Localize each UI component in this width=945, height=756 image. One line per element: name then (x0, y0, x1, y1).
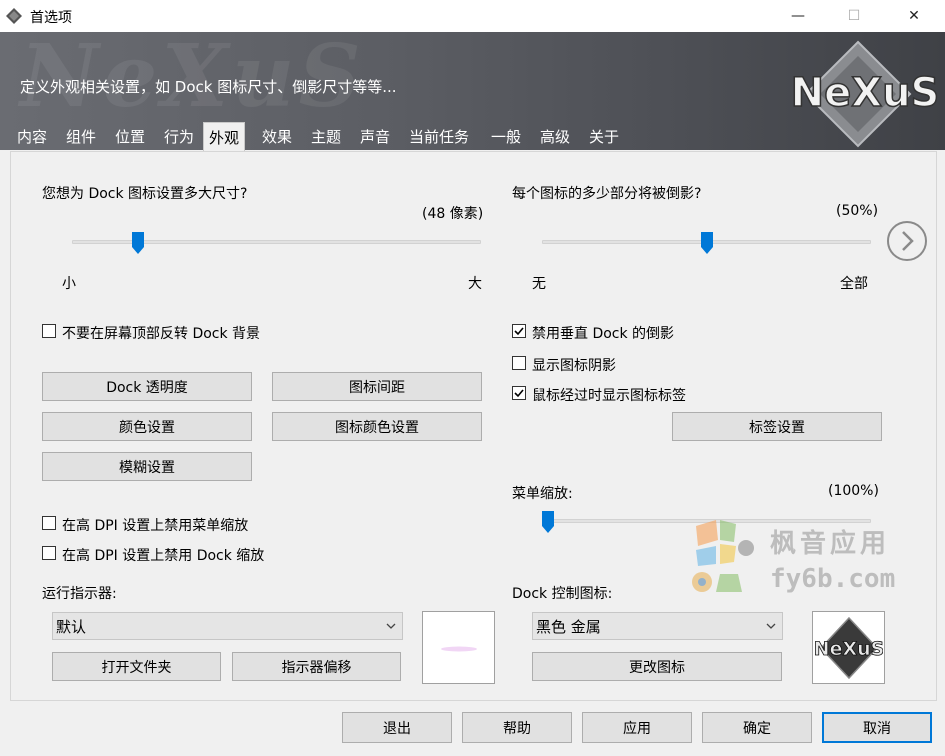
menu-zoom-slider-thumb[interactable] (542, 511, 554, 533)
icon-size-question: 您想为 Dock 图标设置多大尺寸? (42, 186, 248, 202)
disable-dock-zoom-label: 在高 DPI 设置上禁用 Dock 缩放 (62, 548, 265, 564)
minimize-button[interactable]: — (775, 0, 821, 32)
apply-button[interactable]: 应用 (582, 712, 692, 743)
tab-about[interactable]: 关于 (584, 124, 624, 151)
reflection-min-label: 无 (532, 276, 546, 292)
show-labels-on-hover-label: 鼠标经过时显示图标标签 (532, 388, 686, 404)
show-icon-shadow-checkbox[interactable] (512, 356, 526, 370)
help-button[interactable]: 帮助 (462, 712, 572, 743)
icon-size-min-label: 小 (62, 276, 76, 292)
chevron-down-icon (766, 623, 776, 629)
tab-advanced[interactable]: 高级 (535, 124, 575, 151)
icon-size-max-label: 大 (468, 276, 482, 292)
change-icon-button[interactable]: 更改图标 (532, 652, 782, 681)
chevron-down-icon (386, 623, 396, 629)
icon-spacing-button[interactable]: 图标间距 (272, 372, 482, 401)
color-settings-button[interactable]: 颜色设置 (42, 412, 252, 441)
window-title: 首选项 (30, 10, 72, 26)
dock-transparency-button[interactable]: Dock 透明度 (42, 372, 252, 401)
page-description: 定义外观相关设置，如 Dock 图标尺寸、倒影尺寸等等... (20, 78, 397, 96)
menu-zoom-label: 菜单缩放: (512, 486, 573, 502)
tab-sound[interactable]: 声音 (355, 124, 395, 151)
blur-settings-button[interactable]: 模糊设置 (42, 452, 252, 481)
running-indicator-label: 运行指示器: (42, 586, 117, 602)
no-flip-top-label: 不要在屏幕顶部反转 Dock 背景 (62, 326, 261, 342)
site-watermark-name: 枫音应用 (770, 529, 891, 559)
tab-bar: 内容 组件 位置 行为 外观 效果 主题 声音 当前任务 一般 高级 关于 (0, 122, 945, 152)
cancel-button[interactable]: 取消 (822, 712, 932, 743)
tab-content[interactable]: 内容 (12, 124, 52, 151)
checkmark-icon (514, 327, 524, 336)
checkmark-icon (514, 389, 524, 398)
reflection-question: 每个图标的多少部分将被倒影? (512, 186, 702, 202)
title-bar: 首选项 — ☐ ✕ (0, 0, 945, 32)
disable-menu-zoom-checkbox[interactable] (42, 516, 56, 530)
dock-control-icon-select[interactable]: 黑色 金属 (532, 612, 783, 640)
close-button[interactable]: ✕ (891, 0, 937, 32)
icon-size-slider-thumb[interactable] (131, 232, 144, 254)
tab-effects[interactable]: 效果 (257, 124, 297, 151)
menu-zoom-value: (100%) (828, 483, 879, 499)
dock-control-icon-selected-value: 黑色 金属 (536, 617, 601, 636)
disable-dock-zoom-checkbox[interactable] (42, 546, 56, 560)
dock-control-icon-preview: NeXuS (812, 611, 885, 684)
dock-control-icon-label: Dock 控制图标: (512, 586, 613, 602)
disable-vertical-reflection-label: 禁用垂直 Dock 的倒影 (532, 326, 675, 342)
icon-color-settings-button[interactable]: 图标颜色设置 (272, 412, 482, 441)
no-flip-top-checkbox[interactable] (42, 324, 56, 338)
tab-running-tasks[interactable]: 当前任务 (404, 124, 474, 151)
indicator-glow-icon (441, 646, 477, 652)
running-indicator-preview (422, 611, 495, 684)
nexus-control-icon-text: NeXuS (815, 638, 883, 660)
indicator-offset-button[interactable]: 指示器偏移 (232, 652, 401, 681)
svg-text:NeXuS: NeXuS (791, 70, 940, 116)
label-settings-button[interactable]: 标签设置 (672, 412, 882, 441)
app-icon (6, 8, 22, 24)
tab-position[interactable]: 位置 (110, 124, 150, 151)
reflection-value: (50%) (836, 203, 879, 219)
maximize-button[interactable]: ☐ (831, 0, 877, 32)
reflection-max-label: 全部 (840, 276, 868, 292)
running-indicator-select[interactable]: 默认 (52, 612, 403, 640)
running-indicator-selected-value: 默认 (56, 617, 87, 636)
exit-button[interactable]: 退出 (342, 712, 452, 743)
tab-widgets[interactable]: 组件 (61, 124, 101, 151)
ok-button[interactable]: 确定 (702, 712, 812, 743)
next-page-arrow-icon[interactable] (886, 220, 928, 262)
disable-vertical-reflection-checkbox[interactable] (512, 324, 526, 338)
tab-behavior[interactable]: 行为 (159, 124, 199, 151)
tab-theme[interactable]: 主题 (306, 124, 346, 151)
open-folder-button[interactable]: 打开文件夹 (52, 652, 221, 681)
tab-general[interactable]: 一般 (486, 124, 526, 151)
reflection-slider-thumb[interactable] (700, 232, 713, 254)
site-watermark-logo-icon (692, 520, 754, 592)
nexus-control-icon: NeXuS (815, 616, 883, 680)
tab-appearance[interactable]: 外观 (203, 122, 246, 152)
show-labels-on-hover-checkbox[interactable] (512, 386, 526, 400)
site-watermark-url: fy6b.com (770, 564, 896, 594)
show-icon-shadow-label: 显示图标阴影 (532, 358, 616, 374)
icon-size-value: (48 像素) (422, 206, 484, 222)
disable-menu-zoom-label: 在高 DPI 设置上禁用菜单缩放 (62, 518, 249, 534)
